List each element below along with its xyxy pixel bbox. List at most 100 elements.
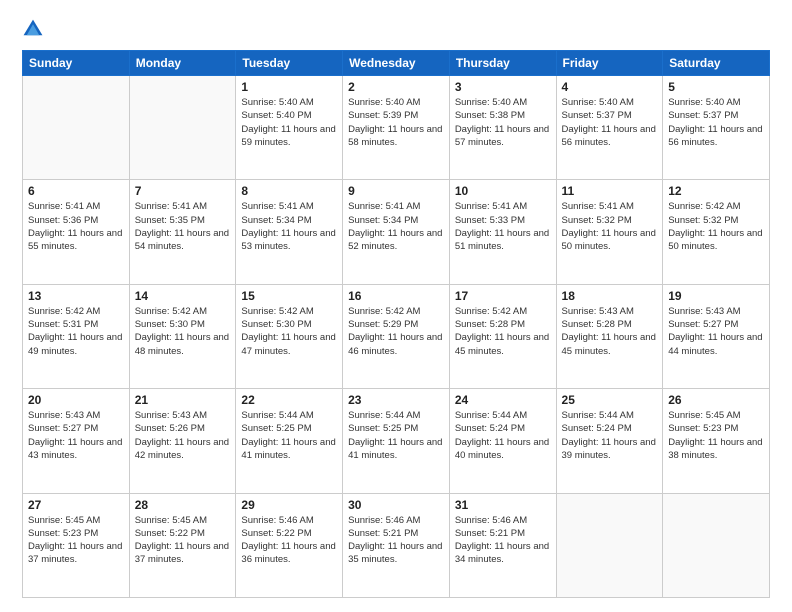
calendar-cell: 7 Sunrise: 5:41 AM Sunset: 5:35 PM Daylig… [129,180,236,284]
calendar-cell: 17Sunrise: 5:42 AM Sunset: 5:28 PM Dayli… [449,284,556,388]
day-number: 26 [668,393,764,407]
day-info: Sunrise: 5:45 AM Sunset: 5:23 PM Dayligh… [668,409,764,462]
day-info: Sunrise: 5:40 AM Sunset: 5:37 PM Dayligh… [668,96,764,149]
calendar-cell: 18 Sunrise: 5:43 AM Sunset: 5:28 PM Dayli… [556,284,663,388]
day-info: Sunrise: 5:46 AM Sunset: 5:21 PM Dayligh… [455,514,551,567]
calendar-cell [663,493,770,597]
calendar-cell: 26 Sunrise: 5:45 AM Sunset: 5:23 PM Dayli… [663,389,770,493]
calendar-cell [556,493,663,597]
calendar-cell: 1 Sunrise: 5:40 AM Sunset: 5:40 PM Daylig… [236,76,343,180]
day-info: Sunrise: 5:40 AM Sunset: 5:39 PM Dayligh… [348,96,444,149]
calendar-cell: 20Sunrise: 5:43 AM Sunset: 5:27 PM Dayli… [23,389,130,493]
day-info: Sunrise: 5:43 AM Sunset: 5:27 PM Dayligh… [28,409,124,462]
calendar-week-row: 13Sunrise: 5:42 AM Sunset: 5:31 PM Dayli… [23,284,770,388]
day-number: 25 [562,393,658,407]
day-info: Sunrise: 5:44 AM Sunset: 5:25 PM Dayligh… [348,409,444,462]
day-number: 14 [135,289,231,303]
weekday-header: Tuesday [236,51,343,76]
calendar-cell [129,76,236,180]
day-number: 18 [562,289,658,303]
day-info: Sunrise: 5:41 AM Sunset: 5:32 PM Dayligh… [562,200,658,253]
day-info: Sunrise: 5:40 AM Sunset: 5:40 PM Dayligh… [241,96,337,149]
calendar-week-row: 6 Sunrise: 5:41 AM Sunset: 5:36 PM Daylig… [23,180,770,284]
day-info: Sunrise: 5:46 AM Sunset: 5:22 PM Dayligh… [241,514,337,567]
calendar-cell: 2Sunrise: 5:40 AM Sunset: 5:39 PM Daylig… [343,76,450,180]
day-info: Sunrise: 5:45 AM Sunset: 5:22 PM Dayligh… [135,514,231,567]
calendar-cell: 31 Sunrise: 5:46 AM Sunset: 5:21 PM Dayli… [449,493,556,597]
day-number: 6 [28,184,124,198]
day-info: Sunrise: 5:40 AM Sunset: 5:38 PM Dayligh… [455,96,551,149]
calendar-cell: 9Sunrise: 5:41 AM Sunset: 5:34 PM Daylig… [343,180,450,284]
day-info: Sunrise: 5:42 AM Sunset: 5:29 PM Dayligh… [348,305,444,358]
day-info: Sunrise: 5:43 AM Sunset: 5:26 PM Dayligh… [135,409,231,462]
weekday-header: Friday [556,51,663,76]
day-info: Sunrise: 5:41 AM Sunset: 5:34 PM Dayligh… [348,200,444,253]
day-number: 7 [135,184,231,198]
calendar-cell: 21 Sunrise: 5:43 AM Sunset: 5:26 PM Dayli… [129,389,236,493]
calendar-cell: 23 Sunrise: 5:44 AM Sunset: 5:25 PM Dayli… [343,389,450,493]
calendar-week-row: 1 Sunrise: 5:40 AM Sunset: 5:40 PM Daylig… [23,76,770,180]
day-number: 4 [562,80,658,94]
calendar-cell: 22Sunrise: 5:44 AM Sunset: 5:25 PM Dayli… [236,389,343,493]
header [22,18,770,40]
weekday-header: Saturday [663,51,770,76]
day-number: 5 [668,80,764,94]
day-info: Sunrise: 5:42 AM Sunset: 5:30 PM Dayligh… [241,305,337,358]
calendar-cell: 29 Sunrise: 5:46 AM Sunset: 5:22 PM Dayli… [236,493,343,597]
calendar-week-row: 27 Sunrise: 5:45 AM Sunset: 5:23 PM Dayli… [23,493,770,597]
calendar-cell: 5 Sunrise: 5:40 AM Sunset: 5:37 PM Daylig… [663,76,770,180]
calendar-cell: 15 Sunrise: 5:42 AM Sunset: 5:30 PM Dayli… [236,284,343,388]
calendar-cell: 24 Sunrise: 5:44 AM Sunset: 5:24 PM Dayli… [449,389,556,493]
day-info: Sunrise: 5:45 AM Sunset: 5:23 PM Dayligh… [28,514,124,567]
calendar-header-row: SundayMondayTuesdayWednesdayThursdayFrid… [23,51,770,76]
calendar-cell: 8 Sunrise: 5:41 AM Sunset: 5:34 PM Daylig… [236,180,343,284]
logo-icon [22,18,44,40]
day-number: 31 [455,498,551,512]
day-info: Sunrise: 5:43 AM Sunset: 5:27 PM Dayligh… [668,305,764,358]
day-info: Sunrise: 5:40 AM Sunset: 5:37 PM Dayligh… [562,96,658,149]
day-number: 16 [348,289,444,303]
day-info: Sunrise: 5:42 AM Sunset: 5:31 PM Dayligh… [28,305,124,358]
calendar-cell: 12 Sunrise: 5:42 AM Sunset: 5:32 PM Dayli… [663,180,770,284]
calendar-cell: 25 Sunrise: 5:44 AM Sunset: 5:24 PM Dayli… [556,389,663,493]
day-number: 15 [241,289,337,303]
day-info: Sunrise: 5:46 AM Sunset: 5:21 PM Dayligh… [348,514,444,567]
logo [22,18,48,40]
day-number: 24 [455,393,551,407]
day-info: Sunrise: 5:41 AM Sunset: 5:34 PM Dayligh… [241,200,337,253]
day-number: 10 [455,184,551,198]
day-info: Sunrise: 5:41 AM Sunset: 5:36 PM Dayligh… [28,200,124,253]
calendar-cell: 13Sunrise: 5:42 AM Sunset: 5:31 PM Dayli… [23,284,130,388]
day-info: Sunrise: 5:41 AM Sunset: 5:35 PM Dayligh… [135,200,231,253]
day-number: 30 [348,498,444,512]
calendar-cell [23,76,130,180]
calendar-cell: 6 Sunrise: 5:41 AM Sunset: 5:36 PM Daylig… [23,180,130,284]
day-number: 3 [455,80,551,94]
calendar-cell: 19Sunrise: 5:43 AM Sunset: 5:27 PM Dayli… [663,284,770,388]
calendar-cell: 14Sunrise: 5:42 AM Sunset: 5:30 PM Dayli… [129,284,236,388]
day-info: Sunrise: 5:44 AM Sunset: 5:24 PM Dayligh… [562,409,658,462]
day-number: 29 [241,498,337,512]
day-number: 23 [348,393,444,407]
calendar-table: SundayMondayTuesdayWednesdayThursdayFrid… [22,50,770,598]
calendar-cell: 10 Sunrise: 5:41 AM Sunset: 5:33 PM Dayli… [449,180,556,284]
day-number: 11 [562,184,658,198]
day-info: Sunrise: 5:42 AM Sunset: 5:28 PM Dayligh… [455,305,551,358]
day-number: 12 [668,184,764,198]
calendar-cell: 4 Sunrise: 5:40 AM Sunset: 5:37 PM Daylig… [556,76,663,180]
calendar-cell: 27 Sunrise: 5:45 AM Sunset: 5:23 PM Dayli… [23,493,130,597]
day-info: Sunrise: 5:44 AM Sunset: 5:25 PM Dayligh… [241,409,337,462]
day-number: 27 [28,498,124,512]
weekday-header: Thursday [449,51,556,76]
weekday-header: Monday [129,51,236,76]
day-info: Sunrise: 5:41 AM Sunset: 5:33 PM Dayligh… [455,200,551,253]
day-info: Sunrise: 5:44 AM Sunset: 5:24 PM Dayligh… [455,409,551,462]
calendar-cell: 30 Sunrise: 5:46 AM Sunset: 5:21 PM Dayli… [343,493,450,597]
day-number: 21 [135,393,231,407]
day-number: 28 [135,498,231,512]
day-info: Sunrise: 5:43 AM Sunset: 5:28 PM Dayligh… [562,305,658,358]
day-info: Sunrise: 5:42 AM Sunset: 5:32 PM Dayligh… [668,200,764,253]
day-number: 1 [241,80,337,94]
calendar-cell: 3 Sunrise: 5:40 AM Sunset: 5:38 PM Daylig… [449,76,556,180]
day-number: 8 [241,184,337,198]
